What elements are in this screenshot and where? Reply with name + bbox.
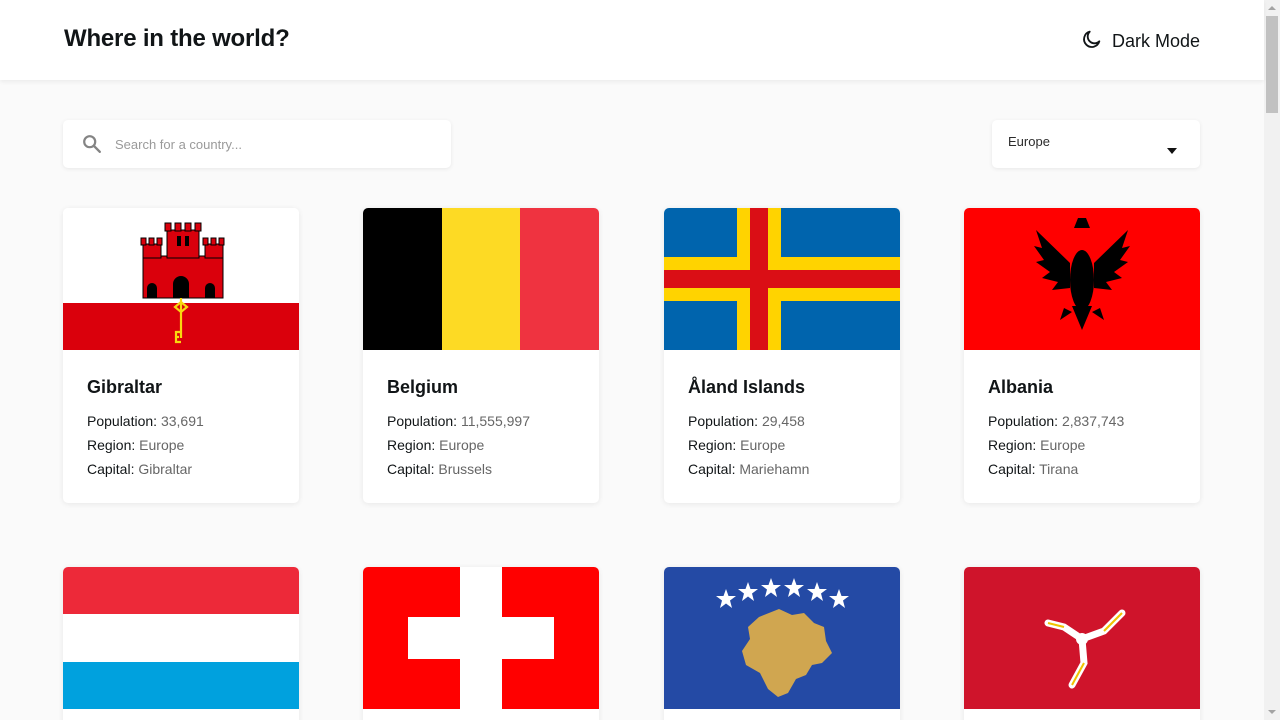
capital-value: Tirana — [1039, 461, 1079, 477]
scrollbar-thumb[interactable] — [1266, 16, 1278, 113]
scroll-down-arrow-icon[interactable] — [1264, 704, 1280, 720]
population-label: Population: — [688, 413, 759, 429]
region-label: Region: — [387, 437, 436, 453]
population-row: Population: 2,837,743 — [988, 413, 1124, 429]
country-name: Gibraltar — [87, 377, 163, 397]
search-icon — [81, 133, 103, 160]
dark-mode-label: Dark Mode — [1111, 31, 1200, 51]
region-filter-value: Europe — [1008, 134, 1050, 149]
capital-row: Capital: Mariehamn — [688, 461, 809, 477]
population-row: Population: 11,555,997 — [387, 413, 530, 429]
capital-label: Capital: — [688, 461, 736, 477]
capital-label: Capital: — [387, 461, 435, 477]
country-card-kosovo[interactable] — [664, 567, 900, 720]
capital-value: Mariehamn — [739, 461, 810, 477]
capital-row: Capital: Brussels — [387, 461, 492, 477]
kosovo-flag — [664, 567, 900, 709]
capital-value: Gibraltar — [138, 461, 193, 477]
scroll-up-arrow-icon[interactable] — [1264, 0, 1280, 16]
country-card-isle-of-man[interactable] — [964, 567, 1200, 720]
app-header: Where in the world? Dark Mode — [0, 0, 1264, 80]
country-card-belgium[interactable]: Belgium Population: 11,555,997 Region: E… — [363, 208, 599, 503]
capital-label: Capital: — [988, 461, 1036, 477]
region-row: Region: Europe — [688, 437, 785, 453]
population-row: Population: 29,458 — [688, 413, 805, 429]
albania-flag — [964, 208, 1200, 350]
aland-islands-flag — [664, 208, 900, 350]
app-title: Where in the world? — [64, 25, 290, 52]
isle-of-man-flag — [964, 567, 1200, 709]
caret-down-icon — [1167, 141, 1177, 159]
capital-row: Capital: Gibraltar — [87, 461, 192, 477]
population-label: Population: — [387, 413, 458, 429]
region-row: Region: Europe — [87, 437, 184, 453]
page-scrollbar[interactable] — [1264, 0, 1280, 720]
country-name: Åland Islands — [688, 377, 806, 397]
dark-mode-toggle[interactable]: Dark Mode — [1081, 28, 1200, 55]
population-label: Population: — [988, 413, 1059, 429]
region-value: Europe — [1040, 437, 1086, 453]
population-value: 29,458 — [761, 413, 805, 429]
search-box[interactable] — [63, 120, 451, 168]
country-name: Albania — [988, 377, 1054, 397]
switzerland-flag — [363, 567, 599, 709]
belgium-flag — [363, 208, 599, 350]
country-card-albania[interactable]: Albania Population: 2,837,743 Region: Eu… — [964, 208, 1200, 503]
region-value: Europe — [740, 437, 786, 453]
population-value: 2,837,743 — [1061, 413, 1125, 429]
population-value: 11,555,997 — [460, 413, 530, 429]
moon-icon — [1081, 28, 1103, 55]
country-card-aland-islands[interactable]: Åland Islands Population: 29,458 Region:… — [664, 208, 900, 503]
region-row: Region: Europe — [387, 437, 484, 453]
region-value: Europe — [139, 437, 185, 453]
region-label: Region: — [87, 437, 136, 453]
luxembourg-flag — [63, 567, 299, 709]
capital-row: Capital: Tirana — [988, 461, 1078, 477]
gibraltar-flag — [63, 208, 299, 350]
region-value: Europe — [439, 437, 485, 453]
region-filter-dropdown[interactable]: Europe — [992, 120, 1200, 168]
region-row: Region: Europe — [988, 437, 1085, 453]
country-card-gibraltar[interactable]: Gibraltar Population: 33,691 Region: Eur… — [63, 208, 299, 503]
region-label: Region: — [988, 437, 1037, 453]
region-label: Region: — [688, 437, 737, 453]
capital-value: Brussels — [438, 461, 493, 477]
population-label: Population: — [87, 413, 158, 429]
population-row: Population: 33,691 — [87, 413, 204, 429]
country-name: Belgium — [387, 377, 459, 397]
country-card-switzerland[interactable] — [363, 567, 599, 720]
country-card-luxembourg[interactable] — [63, 567, 299, 720]
search-input[interactable] — [115, 120, 435, 168]
capital-label: Capital: — [87, 461, 135, 477]
population-value: 33,691 — [160, 413, 204, 429]
